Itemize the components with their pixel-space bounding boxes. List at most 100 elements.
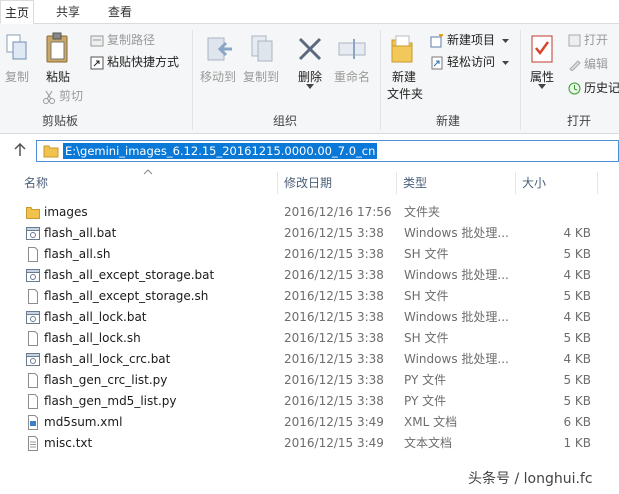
copy-to-button[interactable]: 复制到 xyxy=(240,68,282,85)
file-row[interactable]: flash_gen_md5_list.py 2016/12/15 3:38 PY 文… xyxy=(18,391,603,412)
file-type: Windows 批处理... xyxy=(404,310,509,324)
column-type[interactable]: 类型 xyxy=(397,170,514,196)
new-group-label: 新建 xyxy=(435,114,460,128)
file-date: 2016/12/16 17:56 xyxy=(284,205,392,219)
easy-access-button[interactable]: 轻松访问 xyxy=(430,52,512,72)
history-label: 历史记 xyxy=(584,81,619,95)
file-name: flash_all_lock.bat xyxy=(44,310,147,324)
file-type: Windows 批处理... xyxy=(404,226,509,240)
file-name: md5sum.xml xyxy=(44,415,123,429)
file-icon xyxy=(26,373,40,388)
file-size: 4 KB xyxy=(563,226,591,240)
column-divider[interactable] xyxy=(597,172,598,194)
file-size: 4 KB xyxy=(563,268,591,282)
file-row[interactable]: images 2016/12/16 17:56 文件夹 xyxy=(18,202,603,223)
column-size[interactable]: 大小 xyxy=(516,170,596,196)
file-date: 2016/12/15 3:38 xyxy=(284,352,384,366)
file-date: 2016/12/15 3:38 xyxy=(284,226,384,240)
file-name: flash_all.bat xyxy=(44,226,117,240)
file-name: flash_gen_md5_list.py xyxy=(44,394,177,408)
file-type: 文件夹 xyxy=(404,205,441,219)
copy-button[interactable]: 复制 xyxy=(2,68,32,85)
delete-icon xyxy=(298,37,322,61)
cut-button[interactable]: 剪切 xyxy=(42,86,83,106)
file-row[interactable]: flash_all.bat 2016/12/15 3:38 Windows 批处理.… xyxy=(18,223,603,244)
batch-file-icon xyxy=(26,268,40,283)
delete-button[interactable]: 删除 xyxy=(294,68,326,85)
up-arrow-icon[interactable] xyxy=(14,143,26,157)
edit-label: 编辑 xyxy=(584,57,609,71)
file-row[interactable]: flash_all_lock.bat 2016/12/15 3:38 Windows… xyxy=(18,307,603,328)
watermark-text: 头条号 / longhui.fc xyxy=(468,471,593,487)
paste-button[interactable]: 粘贴 xyxy=(42,68,74,85)
folder-icon xyxy=(43,145,59,158)
edit-icon xyxy=(569,60,581,72)
file-type: PY 文件 xyxy=(404,373,447,387)
rename-button[interactable]: 重命名 xyxy=(331,68,373,85)
file-row[interactable]: flash_all.sh 2016/12/15 3:38 SH 文件 5 KB xyxy=(18,244,603,265)
file-size: 4 KB xyxy=(563,310,591,324)
open-group-label: 打开 xyxy=(566,114,591,128)
tab-share[interactable]: 共享 xyxy=(44,0,92,24)
batch-file-icon xyxy=(26,226,40,241)
paste-shortcut-button[interactable]: 粘贴快捷方式 xyxy=(90,52,179,72)
file-row[interactable]: md5sum.xml 2016/12/15 3:49 XML 文档 6 KB xyxy=(18,412,603,433)
tab-view[interactable]: 查看 xyxy=(98,0,142,24)
column-header: 名称 修改日期 类型 大小 xyxy=(0,169,619,196)
file-size xyxy=(523,202,591,223)
file-size: 5 KB xyxy=(563,289,591,303)
file-row[interactable]: flash_all_except_storage.bat 2016/12/15 3… xyxy=(18,265,603,286)
file-row[interactable]: flash_gen_crc_list.py 2016/12/15 3:38 PY 文… xyxy=(18,370,603,391)
move-to-icon xyxy=(207,37,232,61)
file-type: PY 文件 xyxy=(404,394,447,408)
file-icon xyxy=(26,247,40,262)
navigation-bar: E:\gemini_images_6.12.15_20161215.0000.0… xyxy=(0,135,619,165)
new-folder-icon xyxy=(391,35,413,63)
file-type: SH 文件 xyxy=(404,289,449,303)
file-type: XML 文档 xyxy=(404,415,458,429)
easy-access-icon xyxy=(431,56,443,69)
address-bar[interactable]: E:\gemini_images_6.12.15_20161215.0000.0… xyxy=(36,140,619,162)
file-name: flash_gen_crc_list.py xyxy=(44,373,168,387)
group-divider xyxy=(380,30,381,130)
copy-icon xyxy=(6,34,27,60)
copy-to-icon xyxy=(251,35,273,62)
edit-button[interactable]: 编辑 xyxy=(568,54,608,74)
new-item-label: 新建项目 xyxy=(447,33,496,47)
file-size: 4 KB xyxy=(563,352,591,366)
file-size: 5 KB xyxy=(563,394,591,408)
group-divider xyxy=(520,30,521,130)
paste-shortcut-label: 粘贴快捷方式 xyxy=(107,55,180,69)
new-item-icon xyxy=(430,32,443,47)
file-icon xyxy=(26,289,40,304)
properties-button[interactable]: 属性 xyxy=(526,68,558,85)
file-row[interactable]: flash_all_lock.sh 2016/12/15 3:38 SH 文件 5 K… xyxy=(18,328,603,349)
file-row[interactable]: flash_all_except_storage.sh 2016/12/15 3:… xyxy=(18,286,603,307)
file-size: 6 KB xyxy=(563,415,591,429)
new-folder-label-1[interactable]: 新建 xyxy=(386,68,422,85)
file-row[interactable]: flash_all_lock_crc.bat 2016/12/15 3:38 Win… xyxy=(18,349,603,370)
chevron-down-icon[interactable] xyxy=(306,84,314,89)
file-row[interactable]: misc.txt 2016/12/15 3:49 文本文档 1 KB xyxy=(18,433,603,454)
file-type: Windows 批处理... xyxy=(404,268,509,282)
file-icon xyxy=(26,394,40,409)
chevron-down-icon[interactable] xyxy=(538,84,546,89)
tab-home[interactable]: 主页 xyxy=(0,0,34,24)
move-to-button[interactable]: 移动到 xyxy=(197,68,239,85)
column-date[interactable]: 修改日期 xyxy=(278,170,396,196)
copy-path-button[interactable]: 复制路径 xyxy=(90,30,155,50)
file-size: 5 KB xyxy=(563,247,591,261)
address-path[interactable]: E:\gemini_images_6.12.15_20161215.0000.0… xyxy=(63,143,378,159)
column-name[interactable]: 名称 xyxy=(18,170,276,196)
group-divider xyxy=(192,30,193,130)
watermark: 头条号 / longhui.fc xyxy=(468,458,618,494)
file-date: 2016/12/15 3:38 xyxy=(284,373,384,387)
file-icon xyxy=(26,331,40,346)
open-button[interactable]: 打开 xyxy=(568,30,608,50)
chevron-down-icon xyxy=(501,60,509,65)
new-folder-label-2[interactable]: 文件夹 xyxy=(384,85,426,102)
history-button[interactable]: 历史记 xyxy=(568,78,619,98)
file-date: 2016/12/15 3:49 xyxy=(284,436,384,450)
new-item-button[interactable]: 新建项目 xyxy=(430,30,512,50)
file-type: 文本文档 xyxy=(404,436,453,450)
